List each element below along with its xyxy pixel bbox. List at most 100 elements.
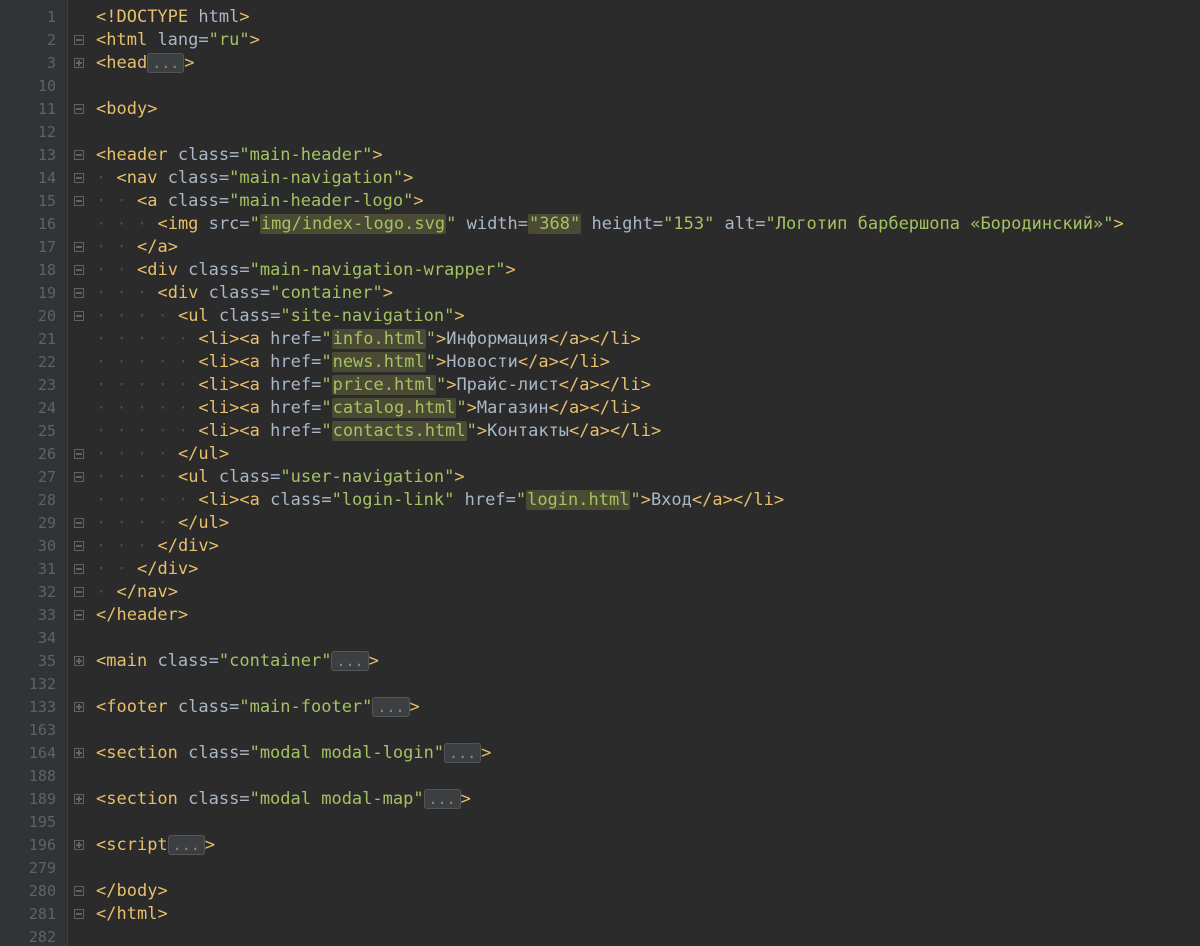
line-number[interactable]: 32 xyxy=(0,581,68,604)
fold-cell[interactable] xyxy=(68,742,90,765)
line-number[interactable]: 21 xyxy=(0,328,68,351)
line-number[interactable]: 27 xyxy=(0,466,68,489)
fold-expand-icon[interactable] xyxy=(74,794,84,804)
fold-cell[interactable] xyxy=(68,696,90,719)
code-line[interactable]: <section class="modal modal-login"...> xyxy=(96,742,1200,765)
line-number[interactable]: 20 xyxy=(0,305,68,328)
code-line[interactable]: <script...> xyxy=(96,834,1200,857)
code-line[interactable]: <header class="main-header"> xyxy=(96,144,1200,167)
code-area[interactable]: <!DOCTYPE html><html lang="ru"><head...>… xyxy=(90,0,1200,946)
line-number[interactable]: 280 xyxy=(0,880,68,903)
fold-cell[interactable] xyxy=(68,29,90,52)
line-number[interactable]: 281 xyxy=(0,903,68,926)
line-number[interactable]: 188 xyxy=(0,765,68,788)
code-line[interactable]: · · · <img src="img/index-logo.svg" widt… xyxy=(96,213,1200,236)
fold-cell[interactable] xyxy=(68,144,90,167)
fold-collapse-icon[interactable] xyxy=(74,886,84,896)
fold-cell[interactable] xyxy=(68,466,90,489)
fold-collapse-icon[interactable] xyxy=(74,35,84,45)
line-number[interactable]: 163 xyxy=(0,719,68,742)
line-number[interactable]: 2 xyxy=(0,29,68,52)
fold-cell[interactable] xyxy=(68,236,90,259)
line-number[interactable]: 282 xyxy=(0,926,68,946)
fold-cell[interactable] xyxy=(68,581,90,604)
line-number[interactable]: 196 xyxy=(0,834,68,857)
line-number[interactable]: 14 xyxy=(0,167,68,190)
code-line[interactable]: · · · · · <li><a href="contacts.html">Ко… xyxy=(96,420,1200,443)
fold-cell[interactable] xyxy=(68,512,90,535)
code-line[interactable]: · · · · · <li><a class="login-link" href… xyxy=(96,489,1200,512)
fold-collapse-icon[interactable] xyxy=(74,564,84,574)
line-number[interactable]: 1 xyxy=(0,6,68,29)
code-line[interactable]: · · · · <ul class="site-navigation"> xyxy=(96,305,1200,328)
line-number[interactable]: 34 xyxy=(0,627,68,650)
fold-expand-icon[interactable] xyxy=(74,748,84,758)
code-line[interactable]: · · <div class="main-navigation-wrapper"… xyxy=(96,259,1200,282)
fold-collapse-icon[interactable] xyxy=(74,518,84,528)
code-line[interactable] xyxy=(96,926,1200,946)
fold-cell[interactable] xyxy=(68,903,90,926)
code-line[interactable]: <body> xyxy=(96,98,1200,121)
code-line[interactable]: · · · · <ul class="user-navigation"> xyxy=(96,466,1200,489)
line-number[interactable]: 279 xyxy=(0,857,68,880)
code-line[interactable] xyxy=(96,719,1200,742)
code-line[interactable]: </html> xyxy=(96,903,1200,926)
line-number[interactable]: 26 xyxy=(0,443,68,466)
code-line[interactable]: · · · · · <li><a href="info.html">Информ… xyxy=(96,328,1200,351)
fold-cell[interactable] xyxy=(68,535,90,558)
fold-collapse-icon[interactable] xyxy=(74,196,84,206)
code-line[interactable]: · · · </div> xyxy=(96,535,1200,558)
code-line[interactable]: · · </div> xyxy=(96,558,1200,581)
code-line[interactable]: </header> xyxy=(96,604,1200,627)
fold-expand-icon[interactable] xyxy=(74,656,84,666)
line-number[interactable]: 164 xyxy=(0,742,68,765)
line-number-gutter[interactable]: 1231011121314151617181920212223242526272… xyxy=(0,0,68,946)
fold-cell[interactable] xyxy=(68,98,90,121)
line-number[interactable]: 189 xyxy=(0,788,68,811)
fold-collapse-icon[interactable] xyxy=(74,587,84,597)
line-number[interactable]: 29 xyxy=(0,512,68,535)
fold-collapse-icon[interactable] xyxy=(74,265,84,275)
line-number[interactable]: 132 xyxy=(0,673,68,696)
fold-cell[interactable] xyxy=(68,834,90,857)
code-line[interactable]: · · · · </ul> xyxy=(96,443,1200,466)
line-number[interactable]: 19 xyxy=(0,282,68,305)
code-line[interactable]: · · · · · <li><a href="catalog.html">Маг… xyxy=(96,397,1200,420)
fold-collapse-icon[interactable] xyxy=(74,610,84,620)
line-number[interactable]: 12 xyxy=(0,121,68,144)
line-number[interactable]: 35 xyxy=(0,650,68,673)
code-line[interactable]: <section class="modal modal-map"...> xyxy=(96,788,1200,811)
fold-collapse-icon[interactable] xyxy=(74,909,84,919)
fold-cell[interactable] xyxy=(68,305,90,328)
line-number[interactable]: 33 xyxy=(0,604,68,627)
line-number[interactable]: 28 xyxy=(0,489,68,512)
line-number[interactable]: 13 xyxy=(0,144,68,167)
code-line[interactable]: <main class="container"...> xyxy=(96,650,1200,673)
line-number[interactable]: 16 xyxy=(0,213,68,236)
code-line[interactable]: <html lang="ru"> xyxy=(96,29,1200,52)
line-number[interactable]: 18 xyxy=(0,259,68,282)
code-line[interactable] xyxy=(96,811,1200,834)
line-number[interactable]: 17 xyxy=(0,236,68,259)
fold-cell[interactable] xyxy=(68,282,90,305)
code-line[interactable]: · · <a class="main-header-logo"> xyxy=(96,190,1200,213)
fold-collapse-icon[interactable] xyxy=(74,104,84,114)
code-line[interactable] xyxy=(96,765,1200,788)
fold-cell[interactable] xyxy=(68,443,90,466)
code-line[interactable]: · · </a> xyxy=(96,236,1200,259)
line-number[interactable]: 11 xyxy=(0,98,68,121)
code-line[interactable]: </body> xyxy=(96,880,1200,903)
fold-cell[interactable] xyxy=(68,259,90,282)
fold-expand-icon[interactable] xyxy=(74,58,84,68)
fold-cell[interactable] xyxy=(68,558,90,581)
fold-expand-icon[interactable] xyxy=(74,840,84,850)
fold-collapse-icon[interactable] xyxy=(74,242,84,252)
code-line[interactable] xyxy=(96,673,1200,696)
code-line[interactable] xyxy=(96,75,1200,98)
fold-cell[interactable] xyxy=(68,650,90,673)
fold-cell[interactable] xyxy=(68,52,90,75)
fold-collapse-icon[interactable] xyxy=(74,541,84,551)
fold-cell[interactable] xyxy=(68,167,90,190)
line-number[interactable]: 133 xyxy=(0,696,68,719)
line-number[interactable]: 22 xyxy=(0,351,68,374)
